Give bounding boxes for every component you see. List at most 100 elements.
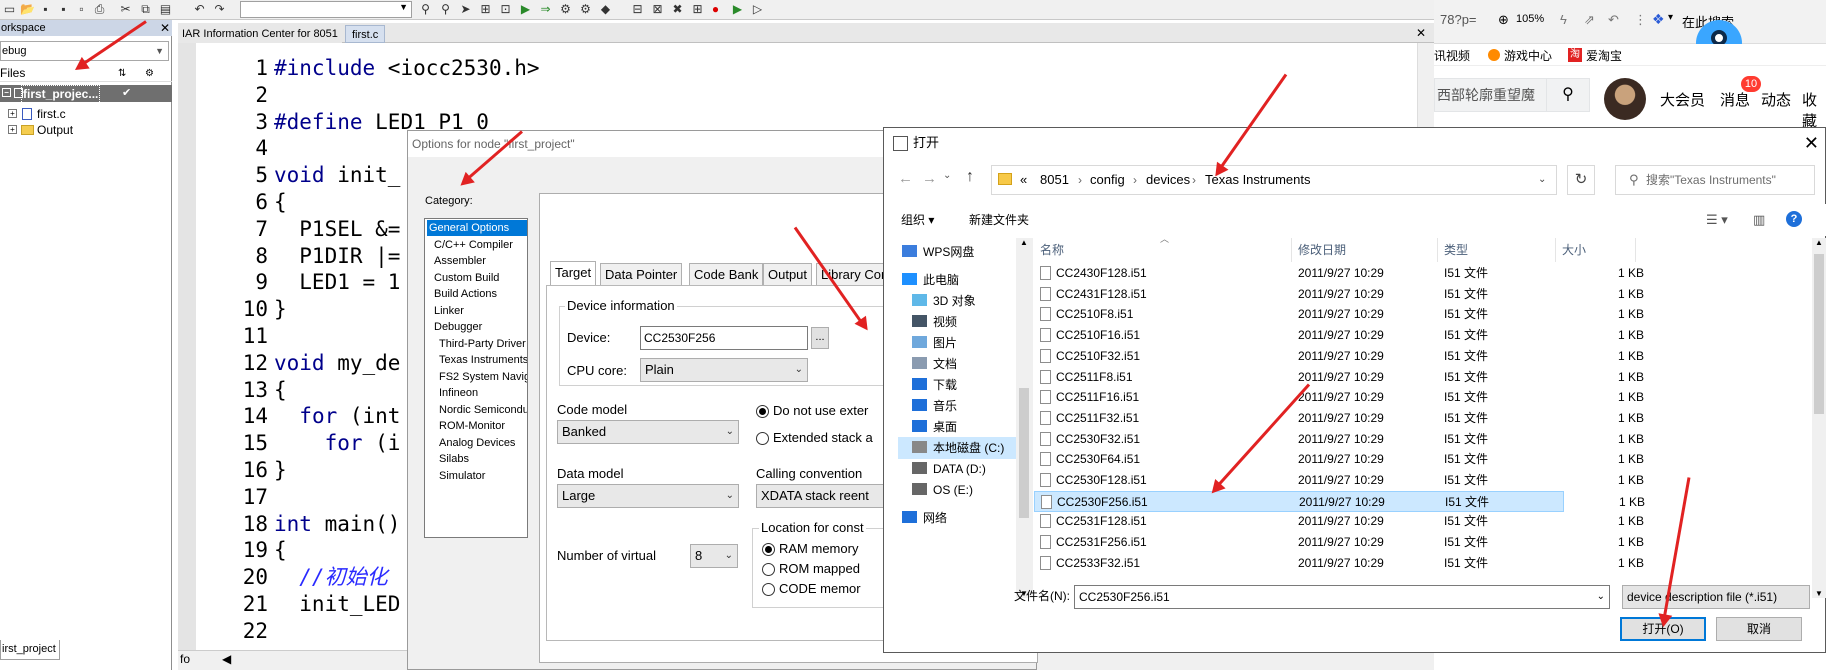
cpu-core-select[interactable]: Plain ⌄: [640, 358, 808, 382]
category-item[interactable]: Custom Build: [427, 270, 527, 286]
data-model-select[interactable]: Large ⌄: [557, 484, 739, 508]
next-icon[interactable]: ▶: [518, 2, 533, 17]
category-item[interactable]: Texas Instruments: [427, 352, 527, 368]
nav-item[interactable]: 网络: [898, 507, 1016, 529]
file-row[interactable]: CC2430F128.i51 2011/9/27 10:29 I51 文件 1 KB: [1034, 263, 1644, 284]
sort-icon[interactable]: ⇅: [118, 65, 126, 82]
category-item[interactable]: Nordic Semiconduc: [427, 402, 527, 418]
category-list[interactable]: General Options C/C++ Compiler Assembler Cu…: [424, 218, 528, 538]
zoom-icon[interactable]: ⊕: [1498, 12, 1509, 28]
search-input[interactable]: 搜索"Texas Instruments": [1615, 165, 1815, 195]
options-icon[interactable]: ⚙: [145, 65, 154, 82]
nav-item[interactable]: 文档: [898, 353, 1016, 375]
category-item[interactable]: FS2 System Navig: [427, 369, 527, 385]
nav-item[interactable]: 图片: [898, 332, 1016, 354]
category-item[interactable]: ROM-Monitor: [427, 418, 527, 434]
scroll-down-icon[interactable]: ▼: [1815, 589, 1823, 598]
find-icon[interactable]: ⚲: [438, 2, 453, 17]
scroll-thumb[interactable]: [1814, 254, 1824, 414]
nav-dynamics[interactable]: 动态: [1761, 89, 1791, 110]
category-item[interactable]: Infineon: [427, 385, 527, 401]
debug-without-download-icon[interactable]: ▷: [750, 2, 765, 17]
view-options-icon[interactable]: ☰ ▾: [1706, 211, 1728, 229]
save-all-icon[interactable]: ▪: [56, 2, 71, 17]
avatar[interactable]: [1604, 78, 1646, 120]
nav-item[interactable]: 音乐: [898, 395, 1016, 417]
make-icon[interactable]: ⚙: [578, 2, 593, 17]
tab-target[interactable]: Target: [550, 261, 597, 285]
radio-extended-stack[interactable]: [756, 432, 769, 445]
undo-icon[interactable]: ↶: [1608, 12, 1619, 28]
category-item[interactable]: Silabs: [427, 451, 527, 467]
url-fragment[interactable]: 78?p=: [1440, 12, 1477, 27]
new-folder-button[interactable]: 新建文件夹: [969, 211, 1029, 229]
file-row[interactable]: CC2510F8.i51 2011/9/27 10:29 I51 文件 1 KB: [1034, 304, 1644, 325]
lightning-icon[interactable]: ϟ: [1560, 12, 1567, 27]
file-row[interactable]: CC2531F128.i51 2011/9/27 10:29 I51 文件 1 KB: [1034, 511, 1644, 532]
category-item[interactable]: Build Actions: [427, 286, 527, 302]
filename-input[interactable]: CC2530F256.i51 ⌄: [1074, 585, 1610, 609]
configuration-select[interactable]: ebug ▼: [0, 41, 169, 61]
virtual-registers-select[interactable]: 8 ⌄: [690, 544, 738, 568]
tree-item-output[interactable]: + Output: [0, 122, 172, 138]
scroll-up-icon[interactable]: ▲: [1815, 238, 1823, 247]
nav-item[interactable]: 此电脑: [898, 269, 1016, 291]
new-file-icon[interactable]: ▭: [2, 2, 17, 17]
tab-iar-information-center[interactable]: IAR Information Center for 8051: [178, 25, 342, 43]
file-row[interactable]: CC2533F32.i51 2011/9/27 10:29 I51 文件 1 KB: [1034, 553, 1644, 574]
chevron-down-icon[interactable]: ⌄: [1597, 586, 1605, 608]
collapse-icon[interactable]: −: [2, 88, 11, 97]
copy-icon[interactable]: ⧉: [138, 2, 153, 17]
close-icon[interactable]: ✕: [1416, 25, 1426, 41]
tree-icon[interactable]: ⊞: [478, 2, 493, 17]
clear-breakpoint-icon[interactable]: ✖: [670, 2, 685, 17]
column-date-modified[interactable]: 修改日期: [1292, 238, 1438, 262]
file-row[interactable]: CC2510F16.i51 2011/9/27 10:29 I51 文件 1 KB: [1034, 325, 1644, 346]
compile-icon[interactable]: ⚙: [558, 2, 573, 17]
breadcrumb-config[interactable]: config: [1090, 166, 1125, 194]
radio-do-not-use-extended[interactable]: [756, 405, 769, 418]
breakpoint-icon[interactable]: ●: [708, 2, 723, 17]
file-row[interactable]: CC2510F32.i51 2011/9/27 10:29 I51 文件 1 KB: [1034, 346, 1644, 367]
scroll-up-icon[interactable]: ▲: [1020, 238, 1028, 247]
tab-output[interactable]: Output: [763, 263, 813, 285]
paw-icon[interactable]: ❖: [1652, 11, 1665, 28]
nav-item[interactable]: 桌面: [898, 416, 1016, 438]
site-search-input[interactable]: 西部轮廓重望魔: [1434, 78, 1546, 112]
file-row[interactable]: CC2531F256.i51 2011/9/27 10:29 I51 文件 1 KB: [1034, 532, 1644, 553]
recent-locations-icon[interactable]: ⌄: [943, 170, 951, 181]
search-icon[interactable]: ⚲: [1546, 78, 1590, 112]
bookmark-taobao[interactable]: 爱淘宝: [1586, 47, 1622, 64]
workspace-tab-first-project[interactable]: irst_project: [0, 640, 60, 660]
address-bar[interactable]: « 8051 › config › devices › Texas Instru…: [991, 165, 1557, 195]
close-icon[interactable]: ✕: [1804, 128, 1819, 158]
calling-convention-select[interactable]: XDATA stack reent: [756, 484, 896, 508]
category-item[interactable]: C/C++ Compiler: [427, 237, 527, 253]
forward-arrow-icon[interactable]: →: [922, 170, 937, 187]
radio-ram-memory[interactable]: [762, 543, 775, 556]
radio-code-memory[interactable]: [762, 583, 775, 596]
cancel-button[interactable]: 取消: [1716, 617, 1802, 641]
category-item[interactable]: General Options: [427, 220, 527, 236]
nav-messages[interactable]: 消息: [1720, 89, 1750, 110]
nav-item[interactable]: 视频: [898, 311, 1016, 333]
chevron-down-icon[interactable]: ⌄: [1538, 166, 1546, 194]
radio-rom-mapped[interactable]: [762, 563, 775, 576]
category-item[interactable]: Simulator: [427, 468, 527, 484]
redo-icon[interactable]: ↷: [212, 2, 227, 17]
organize-button[interactable]: 组织 ▾: [901, 211, 934, 229]
file-row[interactable]: CC2530F64.i51 2011/9/27 10:29 I51 文件 1 KB: [1034, 449, 1644, 470]
breakpoint-all-icon[interactable]: ⊞: [690, 2, 705, 17]
expand-icon[interactable]: +: [8, 109, 17, 118]
scroll-thumb[interactable]: [1019, 388, 1029, 518]
category-item[interactable]: Assembler: [427, 253, 527, 269]
more-icon[interactable]: ⋮: [1634, 12, 1647, 28]
code-model-select[interactable]: Banked ⌄: [557, 420, 739, 444]
nav-item[interactable]: 下载: [898, 374, 1016, 396]
file-row[interactable]: CC2530F128.i51 2011/9/27 10:29 I51 文件 1 KB: [1034, 470, 1644, 491]
preview-pane-icon[interactable]: ▥: [1753, 211, 1765, 229]
file-row[interactable]: CC2511F8.i51 2011/9/27 10:29 I51 文件 1 KB: [1034, 367, 1644, 388]
open-folder-icon[interactable]: 📂: [20, 2, 35, 17]
bookmark-video[interactable]: 讯视频: [1434, 47, 1470, 64]
chevron-down-icon[interactable]: ▾: [1668, 12, 1673, 23]
